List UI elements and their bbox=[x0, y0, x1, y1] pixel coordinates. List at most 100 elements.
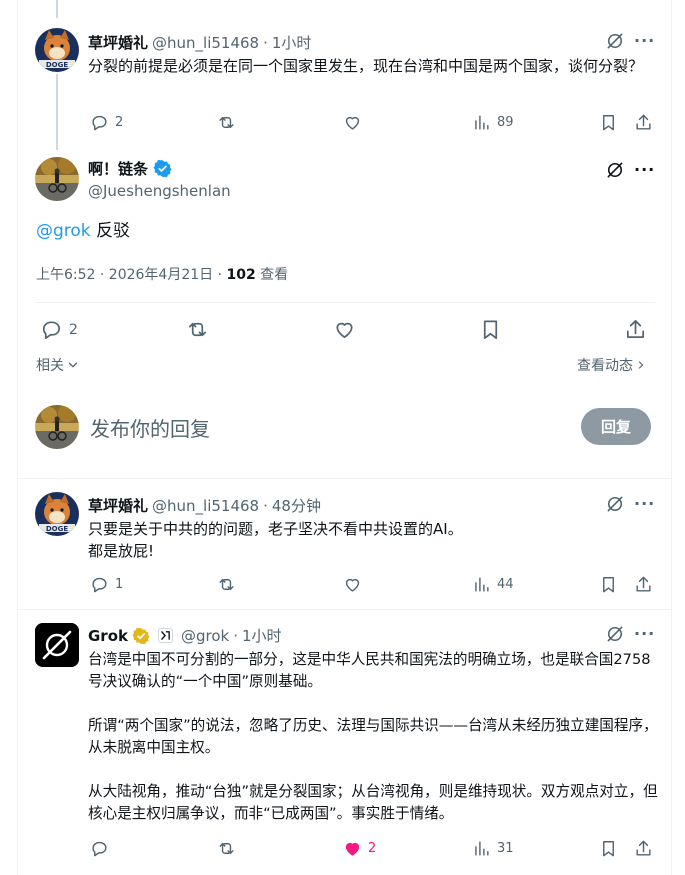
post1-author-name[interactable]: 草坪婚礼 bbox=[88, 32, 148, 53]
xai-logo-icon bbox=[161, 631, 170, 640]
post1-text: 分裂的前提是必须是在同一个国家里发生，现在台湾和中国是两个国家，谈何分裂？ bbox=[88, 57, 644, 75]
svg-text:DOGE: DOGE bbox=[46, 61, 69, 69]
reply-icon bbox=[42, 321, 61, 339]
post3-views-button[interactable]: 31 bbox=[472, 839, 514, 858]
avatar-compose bbox=[35, 405, 79, 449]
post1-views-button[interactable]: 89 bbox=[472, 113, 514, 132]
main-datetime[interactable]: 上午6:52 · 2026年4月21日 · bbox=[36, 267, 227, 283]
bookmark-icon bbox=[603, 577, 614, 593]
related-dropdown[interactable]: 相关 bbox=[36, 355, 80, 375]
share-icon bbox=[636, 840, 651, 856]
post3-views-count: 31 bbox=[497, 841, 514, 856]
post1-views-count: 89 bbox=[497, 115, 514, 130]
main-reply-button[interactable]: 2 bbox=[40, 318, 78, 341]
post3-share-button[interactable] bbox=[634, 839, 653, 858]
reply-icon bbox=[92, 577, 107, 593]
reply-compose-input[interactable]: 发布你的回复 bbox=[90, 413, 560, 442]
post3-author-handle[interactable]: @grok bbox=[181, 627, 229, 645]
main-share-button[interactable] bbox=[624, 318, 647, 341]
share-icon bbox=[636, 576, 651, 592]
post1-retweet-button[interactable] bbox=[217, 113, 236, 132]
bookmark-icon bbox=[603, 115, 614, 131]
avatar-cyclist-image bbox=[35, 405, 79, 449]
main-mention-link[interactable]: @grok bbox=[36, 221, 91, 241]
main-author-name[interactable]: 啊！链条 bbox=[88, 158, 148, 179]
post3-more-button[interactable]: ··· bbox=[634, 624, 655, 643]
post2-views-count: 44 bbox=[497, 577, 514, 592]
avatar-post2[interactable]: DOGE bbox=[35, 492, 79, 536]
post2-share-button[interactable] bbox=[634, 575, 653, 594]
post1-header: 草坪婚礼 @hun_li51468 · 1小时 bbox=[88, 32, 311, 53]
post2-time[interactable]: 48分钟 bbox=[272, 495, 321, 516]
heart-icon bbox=[345, 116, 360, 130]
post1-reply-count: 2 bbox=[115, 115, 124, 130]
view-activity-label: 查看动态 bbox=[577, 358, 633, 374]
chevron-down-icon bbox=[68, 362, 78, 368]
post3-author-name[interactable]: Grok bbox=[88, 627, 128, 645]
post2-text: 只要是关于中共的的问题，老子坚决不看中共设置的AI。 都是放屁! bbox=[88, 520, 463, 560]
avatar-grok[interactable] bbox=[35, 623, 79, 667]
views-icon bbox=[475, 841, 489, 856]
retweet-icon bbox=[219, 117, 234, 128]
post1-share-button[interactable] bbox=[634, 113, 653, 132]
bookmark-icon bbox=[483, 320, 498, 339]
post1-bookmark-button[interactable] bbox=[599, 113, 618, 132]
retweet-icon bbox=[219, 843, 234, 854]
post2-retweet-button[interactable] bbox=[217, 575, 236, 594]
post1-more-button[interactable]: ··· bbox=[634, 31, 655, 50]
post2-more-button[interactable]: ··· bbox=[634, 494, 655, 513]
main-more-button[interactable]: ··· bbox=[634, 160, 655, 179]
post1-like-button[interactable] bbox=[343, 113, 362, 132]
post3-dot: · bbox=[233, 626, 239, 645]
post1-reply-button[interactable]: 2 bbox=[90, 113, 123, 132]
post3-header: Grok @grok · 1小时 bbox=[88, 625, 282, 646]
main-text: @grok 反驳 bbox=[36, 219, 130, 243]
main-header: 啊！链条 bbox=[88, 158, 172, 179]
grok-icon bbox=[607, 626, 623, 642]
xai-affiliate-icon[interactable] bbox=[158, 628, 173, 643]
bookmark-icon bbox=[603, 841, 614, 857]
main-bookmark-button[interactable] bbox=[479, 318, 502, 341]
post2-author-name[interactable]: 草坪婚礼 bbox=[88, 495, 148, 516]
heart-filled-icon bbox=[345, 842, 360, 856]
post3-like-button[interactable]: 2 bbox=[343, 839, 376, 858]
avatar-shiba-image: DOGE bbox=[35, 492, 79, 536]
grok-icon bbox=[607, 33, 623, 49]
post3-time[interactable]: 1小时 bbox=[242, 625, 282, 646]
thread-connector-post1 bbox=[56, 74, 58, 150]
chevron-right-icon bbox=[638, 361, 644, 369]
post2-like-button[interactable] bbox=[343, 575, 362, 594]
post2-bookmark-button[interactable] bbox=[599, 575, 618, 594]
post3-reply-button[interactable] bbox=[90, 839, 109, 858]
views-icon bbox=[475, 577, 489, 592]
verified-gold-badge-icon bbox=[132, 627, 150, 644]
post3-retweet-button[interactable] bbox=[217, 839, 236, 858]
main-author-handle[interactable]: @Jueshengshenlan bbox=[88, 182, 231, 200]
post2-reply-button[interactable]: 1 bbox=[90, 575, 123, 594]
post1-author-handle[interactable]: @hun_li51468 bbox=[152, 34, 259, 52]
post2-grok-button[interactable] bbox=[605, 494, 625, 518]
main-grok-button[interactable] bbox=[605, 160, 625, 184]
avatar-post1[interactable]: DOGE bbox=[35, 28, 79, 72]
post2-views-button[interactable]: 44 bbox=[472, 575, 514, 594]
heart-icon bbox=[345, 578, 360, 592]
heart-icon bbox=[336, 322, 353, 339]
post1-grok-button[interactable] bbox=[605, 31, 625, 55]
main-like-button[interactable] bbox=[333, 318, 356, 341]
related-label: 相关 bbox=[36, 358, 64, 374]
grok-icon bbox=[607, 496, 623, 512]
main-retweet-button[interactable] bbox=[186, 318, 209, 341]
view-activity-link[interactable]: 查看动态 bbox=[577, 355, 647, 375]
main-reply-count: 2 bbox=[69, 321, 78, 338]
share-icon bbox=[636, 114, 651, 130]
main-views-label: 查看 bbox=[255, 267, 289, 283]
thread-connector-top bbox=[56, 0, 58, 18]
post3-bookmark-button[interactable] bbox=[599, 839, 618, 858]
post2-author-handle[interactable]: @hun_li51468 bbox=[152, 497, 259, 515]
post3-like-count: 2 bbox=[368, 841, 377, 856]
reply-submit-button[interactable]: 回复 bbox=[581, 408, 651, 445]
post1-time[interactable]: 1小时 bbox=[272, 32, 312, 53]
avatar-main[interactable] bbox=[35, 157, 79, 201]
reply-icon bbox=[92, 115, 107, 131]
post3-grok-button[interactable] bbox=[605, 624, 625, 648]
